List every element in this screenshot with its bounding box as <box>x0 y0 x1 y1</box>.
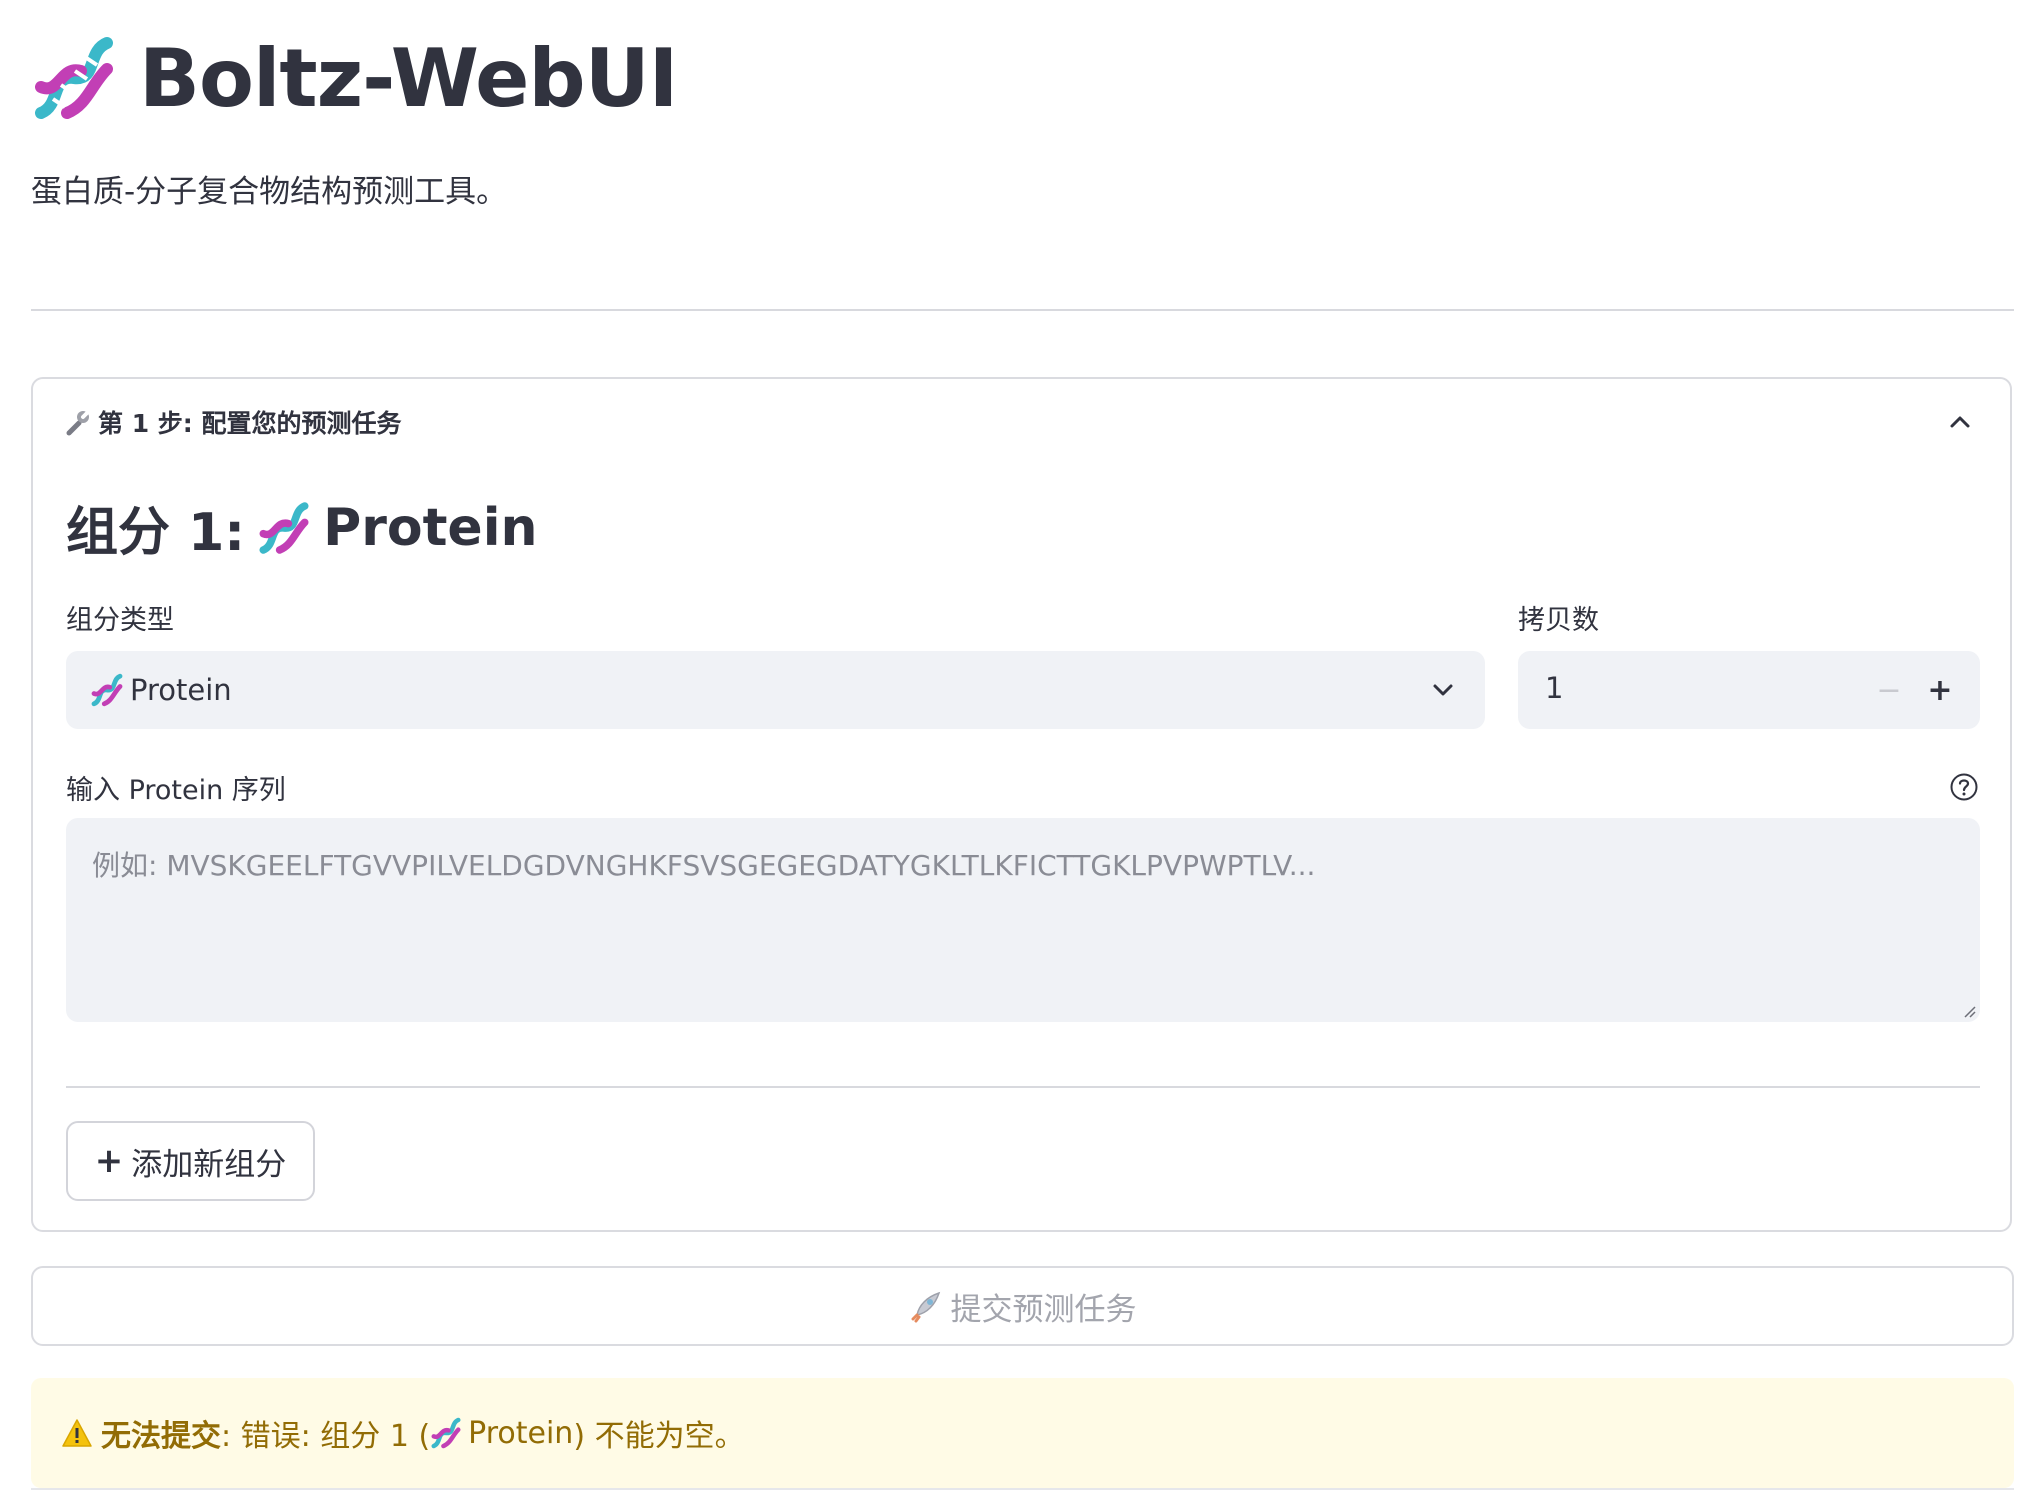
dna-icon <box>91 673 123 707</box>
wrench-icon <box>66 409 91 436</box>
warning-icon <box>62 1419 92 1447</box>
divider <box>31 309 2014 311</box>
dna-icon <box>35 37 113 119</box>
divider <box>31 1488 2014 1490</box>
add-component-label: 添加新组分 <box>131 1146 287 1183</box>
component-type-label: 组分类型 <box>66 605 174 636</box>
chevron-down-icon[interactable] <box>1429 676 1457 704</box>
plus-icon: + <box>94 1141 124 1181</box>
copies-label: 拷贝数 <box>1518 605 1599 636</box>
alert-message-name: Protein <box>468 1415 574 1451</box>
decrement-button[interactable]: − <box>1864 665 1914 715</box>
component-type-value: Protein <box>130 673 232 707</box>
copies-number-input[interactable]: 1 − + <box>1518 651 1980 729</box>
page-subtitle: 蛋白质-分子复合物结构预测工具。 <box>31 174 508 210</box>
expander-title-text: 第 1 步: 配置您的预测任务 <box>98 409 402 438</box>
resize-handle-icon[interactable] <box>1960 1002 1976 1018</box>
component-type-select[interactable]: Protein <box>66 651 1485 729</box>
rocket-icon <box>911 1291 940 1323</box>
sequence-label: 输入 Protein 序列 <box>66 775 286 806</box>
chevron-up-icon[interactable] <box>1946 408 1974 436</box>
alert-message-prefix: : 错误: 组分 1 ( <box>221 1419 431 1454</box>
component-heading-prefix: 组分 1: <box>66 503 246 563</box>
page-title: Boltz-WebUI <box>139 31 678 125</box>
expander-title[interactable]: 第 1 步: 配置您的预测任务 <box>64 404 402 440</box>
submit-label: 提交预测任务 <box>950 1291 1137 1328</box>
divider <box>66 1086 1980 1088</box>
app-title: Boltz-WebUI <box>31 28 678 128</box>
copies-value[interactable]: 1 <box>1545 671 1563 705</box>
warning-alert: 无法提交 : 错误: 组分 1 ( Protein ) 不能为空。 <box>31 1378 2014 1488</box>
component-heading: 组分 1: Protein <box>66 490 538 565</box>
component-heading-name: Protein <box>323 497 538 558</box>
alert-strong: 无法提交 <box>101 1419 221 1454</box>
alert-message-suffix: ) 不能为空。 <box>573 1419 745 1454</box>
increment-button[interactable]: + <box>1915 665 1965 715</box>
dna-icon <box>431 1417 461 1449</box>
help-icon[interactable] <box>1949 772 1979 802</box>
sequence-textarea[interactable] <box>66 818 1980 1022</box>
dna-icon <box>259 501 309 554</box>
add-component-button[interactable]: + 添加新组分 <box>66 1121 315 1201</box>
submit-prediction-button[interactable]: 提交预测任务 <box>31 1266 2014 1346</box>
